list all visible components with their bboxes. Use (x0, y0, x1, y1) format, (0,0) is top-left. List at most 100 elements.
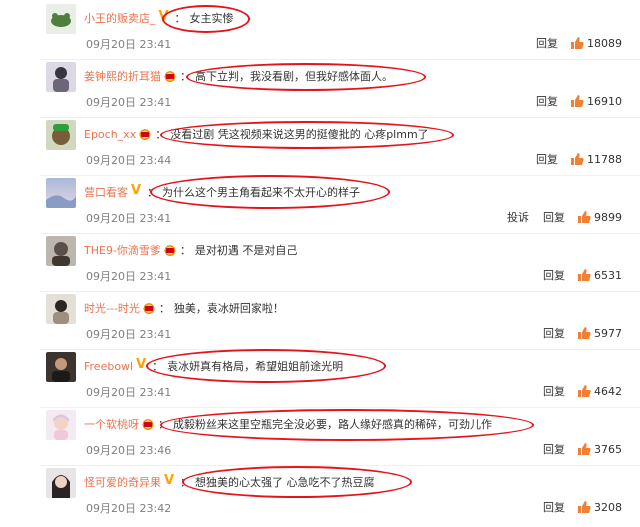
reply-button[interactable]: 回复 (536, 151, 558, 167)
reply-button[interactable]: 回复 (543, 325, 565, 341)
thumbs-up-icon (571, 37, 584, 49)
colon: ： (179, 244, 191, 257)
avatar[interactable] (46, 468, 76, 498)
comment-text: 是对初遇 不是对自己 (194, 244, 298, 257)
comment-item: 时光---时光 ： 独美，袁冰妍回家啦！ 09月20日 23:41 回复 597… (0, 291, 640, 352)
like-button[interactable]: 9899 (577, 210, 622, 224)
reply-button[interactable]: 回复 (536, 93, 558, 109)
username-link[interactable]: 时光---时光 (84, 300, 140, 316)
comment-line: 姜钟熙的折耳猫 ： 高下立判，我没看剧，但我好感体面人。 (84, 65, 393, 87)
avatar[interactable] (46, 178, 76, 208)
like-button[interactable]: 4642 (577, 384, 622, 398)
username-link[interactable]: 小王的贩卖店_ (84, 10, 156, 26)
like-button[interactable]: 6531 (577, 268, 622, 282)
comment-line: Epoch_xx ： 没看过剧 凭这视频来说这男的挺傻批的 心疼plmm了 (84, 123, 429, 145)
like-button[interactable]: 5977 (577, 326, 622, 340)
avatar[interactable] (46, 294, 76, 324)
comment-date: 09月20日 23:42 (86, 502, 172, 515)
like-count: 9899 (594, 210, 622, 224)
like-count: 3208 (594, 500, 622, 514)
crown-icon (164, 70, 176, 82)
like-button[interactable]: 3208 (577, 500, 622, 514)
comment-date: 09月20日 23:41 (86, 328, 172, 341)
comment-date: 09月20日 23:41 (86, 270, 172, 283)
like-count: 6531 (594, 268, 622, 282)
avatar[interactable] (46, 410, 76, 440)
reply-button[interactable]: 回复 (543, 209, 565, 225)
vip-icon (131, 183, 143, 198)
comment-item: Epoch_xx ： 没看过剧 凭这视频来说这男的挺傻批的 心疼plmm了 09… (0, 117, 640, 178)
colon: ： (180, 476, 191, 489)
avatar[interactable] (46, 352, 76, 382)
comment-actions: 回复 3208 (529, 499, 622, 515)
comment-text: 没看过剧 凭这视频来说这男的挺傻批的 心疼plmm了 (170, 128, 429, 141)
comment-date: 09月20日 23:41 (86, 212, 172, 225)
colon: ： (152, 360, 164, 373)
comment-line: 怪可爱的奇异果 ： 想独美的心太强了 心急吃不了热豆腐 (84, 471, 375, 493)
comment-line: 一个软桃呀 ： 成毅粉丝来这里空瓶完全没必要，路人缘好感真的稀碎，可劲儿作 (84, 413, 492, 435)
comment-text: 想独美的心太强了 心急吃不了热豆腐 (195, 476, 375, 489)
colon: ： (155, 128, 167, 141)
reply-button[interactable]: 回复 (536, 35, 558, 51)
crown-icon (163, 244, 176, 256)
colon: ： (180, 70, 191, 83)
comment-text: 为什么这个男主角看起来不太开心的样子 (162, 186, 360, 199)
reply-button[interactable]: 回复 (543, 499, 565, 515)
username-link[interactable]: THE9-你滴雪爹 (84, 242, 161, 258)
username-link[interactable]: 姜钟熙的折耳猫 (84, 68, 161, 84)
comment-date: 09月20日 23:44 (86, 154, 172, 167)
thumbs-up-icon (578, 327, 591, 339)
comment-actions: 回复 3765 (529, 441, 622, 457)
reply-button[interactable]: 回复 (543, 441, 565, 457)
comment-actions: 回复 5977 (529, 325, 622, 341)
comment-actions: 回复 18089 (522, 35, 622, 51)
username-link[interactable]: 怪可爱的奇异果 (84, 474, 161, 490)
comment-line: 营口看客 ： 为什么这个男主角看起来不太开心的样子 (84, 181, 360, 203)
username-link[interactable]: 一个软桃呀 (84, 416, 139, 432)
avatar[interactable] (46, 4, 76, 34)
comment-item: 小王的贩卖店_ ： 女主实惨 09月20日 23:41 回复 18089 (0, 4, 640, 62)
like-button[interactable]: 16910 (570, 94, 622, 108)
crown-icon (139, 128, 152, 140)
vip-icon (136, 357, 148, 372)
avatar[interactable] (46, 120, 76, 150)
avatar[interactable] (46, 236, 76, 266)
comment-item: 一个软桃呀 ： 成毅粉丝来这里空瓶完全没必要，路人缘好感真的稀碎，可劲儿作 09… (0, 407, 640, 468)
colon: ： (158, 418, 169, 431)
thumbs-up-icon (578, 385, 591, 397)
like-button[interactable]: 3765 (577, 442, 622, 456)
comment-line: 时光---时光 ： 独美，袁冰妍回家啦！ (84, 297, 284, 319)
username-link[interactable]: Epoch_xx (84, 128, 136, 141)
comment-text: 独美，袁冰妍回家啦！ (173, 302, 284, 315)
vip-icon (164, 473, 176, 488)
comment-line: THE9-你滴雪爹 ： 是对初遇 不是对自己 (84, 239, 297, 261)
colon: ： (174, 12, 186, 25)
vip-icon (159, 9, 171, 24)
comment-line: 小王的贩卖店_ ： 女主实惨 (84, 7, 234, 29)
like-count: 18089 (587, 36, 622, 50)
crown-icon (142, 302, 155, 314)
reply-button[interactable]: 回复 (543, 383, 565, 399)
like-count: 3765 (594, 442, 622, 456)
like-count: 11788 (587, 152, 622, 166)
avatar[interactable] (46, 62, 76, 92)
report-button[interactable]: 投诉 (507, 209, 529, 225)
comment-item: 姜钟熙的折耳猫 ： 高下立判，我没看剧，但我好感体面人。 09月20日 23:4… (0, 59, 640, 120)
like-count: 16910 (587, 94, 622, 108)
comment-item: Freebowl ： 袁冰妍真有格局，希望姐姐前途光明 09月20日 23:41… (0, 349, 640, 410)
like-button[interactable]: 11788 (570, 152, 622, 166)
comment-text: 女主实惨 (189, 12, 234, 25)
thumbs-up-icon (578, 443, 591, 455)
username-link[interactable]: Freebowl (84, 360, 133, 373)
like-count: 4642 (594, 384, 622, 398)
reply-button[interactable]: 回复 (543, 267, 565, 283)
thumbs-up-icon (571, 95, 584, 107)
comment-text: 成毅粉丝来这里空瓶完全没必要，路人缘好感真的稀碎，可劲儿作 (173, 418, 492, 431)
like-button[interactable]: 18089 (570, 36, 622, 50)
comment-text: 袁冰妍真有格局，希望姐姐前途光明 (167, 360, 344, 373)
thumbs-up-icon (571, 153, 584, 165)
comment-item: THE9-你滴雪爹 ： 是对初遇 不是对自己 09月20日 23:41 回复 6… (0, 233, 640, 294)
comment-actions: 投诉 回复 9899 (493, 209, 622, 225)
username-link[interactable]: 营口看客 (84, 184, 128, 200)
comment-date: 09月20日 23:41 (86, 386, 172, 399)
